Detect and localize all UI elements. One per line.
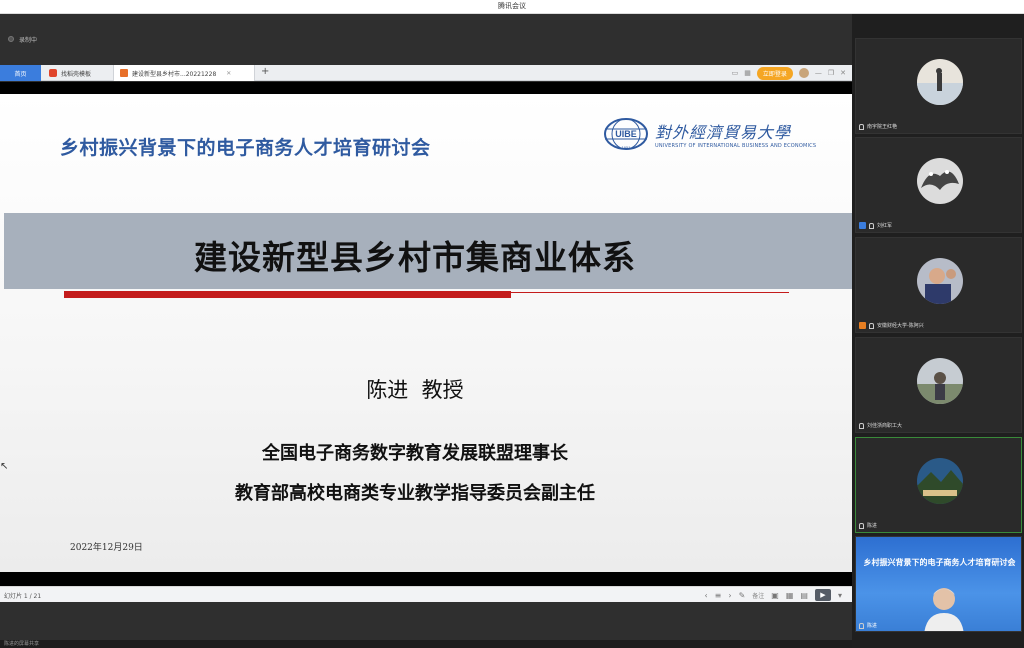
participant-tile[interactable]: 安徽财经大学-陈阿兴 — [855, 237, 1022, 333]
recording-indicator[interactable]: 录制中 — [8, 34, 37, 44]
participant-name-row: 南宇院王红艳 — [859, 122, 897, 131]
meeting-window: 腾讯会议 录制中 首页 找稻壳模板 建设新型县乡村市...20221228 ✕ … — [0, 0, 1024, 648]
notes-label[interactable]: 备注 — [752, 591, 764, 600]
participant-name: 安徽财经大学-陈阿兴 — [877, 323, 924, 329]
slide-letterbox-bottom — [0, 572, 852, 586]
apps-icon[interactable]: ▦ — [744, 69, 751, 77]
screen-share-icon — [859, 322, 866, 329]
participant-name-row: 刘佳浙商职工大 — [859, 421, 902, 430]
mouse-cursor-icon: ↖ — [0, 461, 9, 472]
mic-muted-icon — [869, 322, 874, 329]
mic-muted-icon — [869, 222, 874, 229]
layout-icon[interactable]: ▭ — [732, 69, 739, 77]
wps-tab-bar: 首页 找稻壳模板 建设新型县乡村市...20221228 ✕ + ▭ ▦ 立即登… — [0, 65, 852, 81]
login-button[interactable]: 立即登录 — [756, 66, 793, 80]
participant-name: 陈进 — [867, 523, 878, 529]
university-name-cn: 對外經濟貿易大學 — [655, 123, 792, 142]
mic-icon — [859, 622, 864, 629]
tab-document[interactable]: 建设新型县乡村市...20221228 ✕ — [113, 65, 255, 81]
avatar — [917, 59, 963, 105]
participant-name-row: 刘红军 — [859, 221, 892, 230]
title-bar: 腾讯会议 — [0, 0, 1024, 14]
participant-tile[interactable]: 刘红军 — [855, 137, 1022, 233]
participant-name-row: 安徽财经大学-陈阿兴 — [859, 321, 924, 330]
mic-icon — [859, 522, 864, 529]
reading-view-icon[interactable]: ▤ — [800, 591, 808, 600]
outline-icon[interactable]: ≡ — [715, 591, 722, 600]
mic-muted-icon — [859, 123, 864, 130]
participant-name: 南宇院王红艳 — [867, 124, 898, 130]
video-speaker-name: 陈进 — [867, 623, 878, 629]
svg-text:1951: 1951 — [622, 145, 632, 150]
normal-view-icon[interactable]: ▣ — [771, 591, 779, 600]
sorter-view-icon[interactable]: ▦ — [786, 591, 794, 600]
close-icon[interactable]: ✕ — [840, 69, 846, 77]
slide-main-title: 建设新型县乡村市集商业体系 — [194, 238, 636, 277]
video-banner-text: 乡村振兴背景下的电子商务人才培育研讨会 — [863, 558, 1016, 567]
mic-muted-icon — [859, 422, 864, 429]
recording-label: 录制中 — [19, 36, 38, 44]
share-label: 陈进的屏幕共享 — [4, 641, 40, 647]
new-tab-button[interactable]: + — [261, 66, 269, 77]
avatar — [917, 458, 963, 504]
next-slide-icon[interactable]: › — [728, 591, 731, 600]
minimize-icon[interactable]: — — [815, 69, 822, 77]
slide-letterbox-top — [0, 82, 852, 94]
participant-name-row: 陈进 — [859, 521, 877, 530]
notes-icon[interactable]: ✎ — [739, 591, 746, 600]
university-name: 對外經濟貿易大學 UNIVERSITY OF INTERNATIONAL BUS… — [655, 119, 816, 149]
uibe-seal-icon: UIBE 1951 — [604, 118, 648, 150]
window-title: 腾讯会议 — [498, 2, 526, 10]
participant-name: 刘佳浙商职工大 — [867, 423, 903, 429]
close-tab-icon[interactable]: ✕ — [226, 70, 231, 77]
window-controls: ▭ ▦ 立即登录 — ❐ ✕ — [732, 65, 852, 81]
participant-name: 刘红军 — [877, 223, 893, 229]
restore-icon[interactable]: ❐ — [828, 69, 834, 77]
speaker-name: 陈进 教授 — [366, 378, 464, 402]
speaker-video-person — [924, 588, 964, 631]
tab-template[interactable]: 找稻壳模板 — [43, 65, 113, 81]
prev-slide-icon[interactable]: ‹ — [704, 591, 707, 600]
participant-tile[interactable]: 陈进 — [855, 437, 1022, 533]
presentation-icon — [120, 69, 128, 77]
conference-title: 乡村振兴背景下的电子商务人才培育研讨会 — [60, 137, 431, 159]
user-avatar[interactable] — [798, 68, 809, 78]
play-options-icon[interactable]: ▾ — [838, 591, 842, 600]
status-controls: ‹ ≡ › ✎ 备注 ▣ ▦ ▤ ▶ ▾ — [704, 588, 842, 602]
video-name-row: 陈进 — [859, 622, 877, 629]
avatar — [917, 358, 963, 404]
participant-tile[interactable]: 刘佳浙商职工大 — [855, 337, 1022, 433]
avatar — [917, 158, 963, 204]
play-slideshow-button[interactable]: ▶ — [814, 589, 831, 601]
tab-home[interactable]: 首页 — [0, 65, 41, 81]
tab-document-label: 建设新型县乡村市...20221228 — [132, 70, 217, 78]
record-icon — [8, 36, 14, 42]
participant-tile[interactable]: 南宇院王红艳 — [855, 38, 1022, 134]
status-bar: 幻灯片 1 / 21 ‹ ≡ › ✎ 备注 ▣ ▦ ▤ ▶ ▾ — [0, 586, 852, 602]
speaker-video-tile[interactable]: 乡村振兴背景下的电子商务人才培育研讨会 陈进 — [855, 536, 1022, 632]
daoke-icon — [49, 69, 57, 77]
tab-template-label: 找稻壳模板 — [61, 70, 92, 78]
speaker-role-1: 全国电子商务数字教育发展联盟理事长 — [262, 443, 568, 464]
university-logo: UIBE 1951 對外經濟貿易大學 UNIVERSITY OF INTERNA… — [603, 116, 818, 152]
red-accent-bar — [64, 291, 511, 298]
screen-share-icon — [859, 222, 866, 229]
avatar — [917, 258, 963, 304]
slide-canvas: 乡村振兴背景下的电子商务人才培育研讨会 UIBE 1951 對外經濟貿易大學 U… — [0, 94, 852, 572]
slide-date: 2022年12月29日 — [70, 543, 143, 553]
bottom-strip: 陈进的屏幕共享 — [0, 640, 852, 648]
red-accent-line — [511, 292, 789, 293]
university-name-en: UNIVERSITY OF INTERNATIONAL BUSINESS AND… — [655, 143, 817, 149]
svg-text:UIBE: UIBE — [615, 129, 637, 139]
speaker-role-2: 教育部高校电商类专业教学指导委员会副主任 — [235, 483, 595, 504]
slide-counter: 幻灯片 1 / 21 — [4, 593, 42, 600]
